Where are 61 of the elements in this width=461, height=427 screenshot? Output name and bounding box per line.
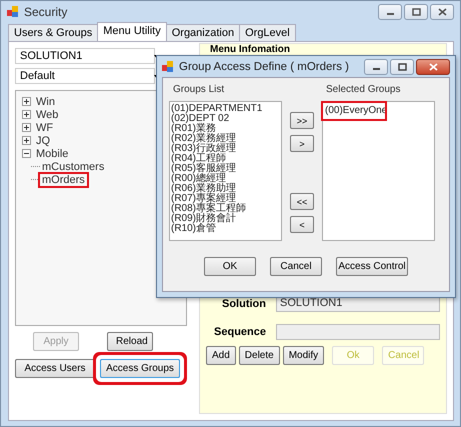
- list-item[interactable]: (R08)專案工程師: [171, 204, 280, 214]
- field-label: Solution: [221, 298, 266, 310]
- close-button[interactable]: [430, 4, 454, 20]
- tree-item[interactable]: mOrders: [40, 174, 87, 186]
- move-button[interactable]: >: [290, 135, 314, 152]
- dialog-button[interactable]: Cancel: [270, 257, 322, 276]
- app-icon: [7, 6, 19, 18]
- tab[interactable]: Menu Utility: [97, 22, 167, 41]
- list-item[interactable]: (R10)倉管: [171, 224, 280, 234]
- tree-item[interactable]: WF: [34, 122, 56, 134]
- expander-icon[interactable]: [22, 97, 31, 106]
- move-button[interactable]: <<: [290, 193, 314, 210]
- action-button[interactable]: Modify: [282, 346, 324, 365]
- action-button[interactable]: Reload: [107, 332, 153, 351]
- list-item[interactable]: (R00)總經理: [171, 174, 280, 184]
- dialog-button[interactable]: Access Control: [336, 257, 408, 276]
- list-item[interactable]: (R03)行政經理: [171, 144, 280, 154]
- tree-item[interactable]: mCustomers: [40, 160, 106, 172]
- tree-item[interactable]: Win: [34, 96, 57, 108]
- tree-item[interactable]: Mobile: [34, 148, 70, 160]
- tab[interactable]: OrgLevel: [239, 24, 296, 41]
- action-button[interactable]: Delete: [238, 346, 280, 365]
- expander-icon[interactable]: [22, 149, 31, 158]
- maximize-button[interactable]: [404, 4, 428, 20]
- list-item[interactable]: (00)EveryOne: [324, 104, 384, 118]
- list-item[interactable]: (02)DEPT 02: [171, 114, 280, 124]
- list-label: Selected Groups: [325, 84, 402, 95]
- expander-icon[interactable]: [22, 123, 31, 132]
- list-item[interactable]: (R06)業務助理: [171, 184, 280, 194]
- move-button[interactable]: >>: [290, 112, 314, 129]
- action-button[interactable]: Add: [206, 346, 236, 365]
- close-icon: [438, 8, 446, 16]
- expander-icon[interactable]: [22, 136, 31, 145]
- minimize-button[interactable]: [378, 4, 402, 20]
- tree-item[interactable]: Web: [34, 108, 60, 120]
- list-item[interactable]: (R04)工程師: [171, 154, 280, 164]
- dialog-title: Group Access Define ( mOrders ): [179, 60, 349, 72]
- maximize-button[interactable]: [390, 58, 414, 74]
- close-icon: [428, 62, 438, 70]
- list-item[interactable]: (R05)客服經理: [171, 164, 280, 174]
- close-button[interactable]: [416, 58, 450, 74]
- access-button[interactable]: Access Users: [15, 359, 95, 378]
- dialog-button[interactable]: OK: [204, 257, 256, 276]
- expander-icon[interactable]: [22, 110, 31, 119]
- maximize-icon: [398, 62, 406, 70]
- list-item[interactable]: (R02)業務經理: [171, 134, 280, 144]
- list-item[interactable]: (R09)財務會計: [171, 214, 280, 224]
- input-field[interactable]: [276, 324, 440, 340]
- app-icon: [162, 60, 174, 72]
- tree-item[interactable]: JQ: [34, 134, 52, 146]
- tab[interactable]: Organization: [166, 24, 240, 41]
- window-title: Security: [24, 5, 68, 19]
- field-label: Sequence: [213, 326, 266, 338]
- list-label: Groups List: [172, 84, 226, 95]
- maximize-icon: [412, 8, 420, 16]
- list-item[interactable]: (R01)業務: [171, 124, 280, 134]
- list-item[interactable]: (R07)專案經理: [171, 194, 280, 204]
- tab[interactable]: Users & Groups: [8, 24, 98, 41]
- move-button[interactable]: <: [290, 216, 314, 233]
- list-item[interactable]: (01)DEPARTMENT1: [171, 104, 280, 114]
- minimize-button[interactable]: [364, 58, 388, 74]
